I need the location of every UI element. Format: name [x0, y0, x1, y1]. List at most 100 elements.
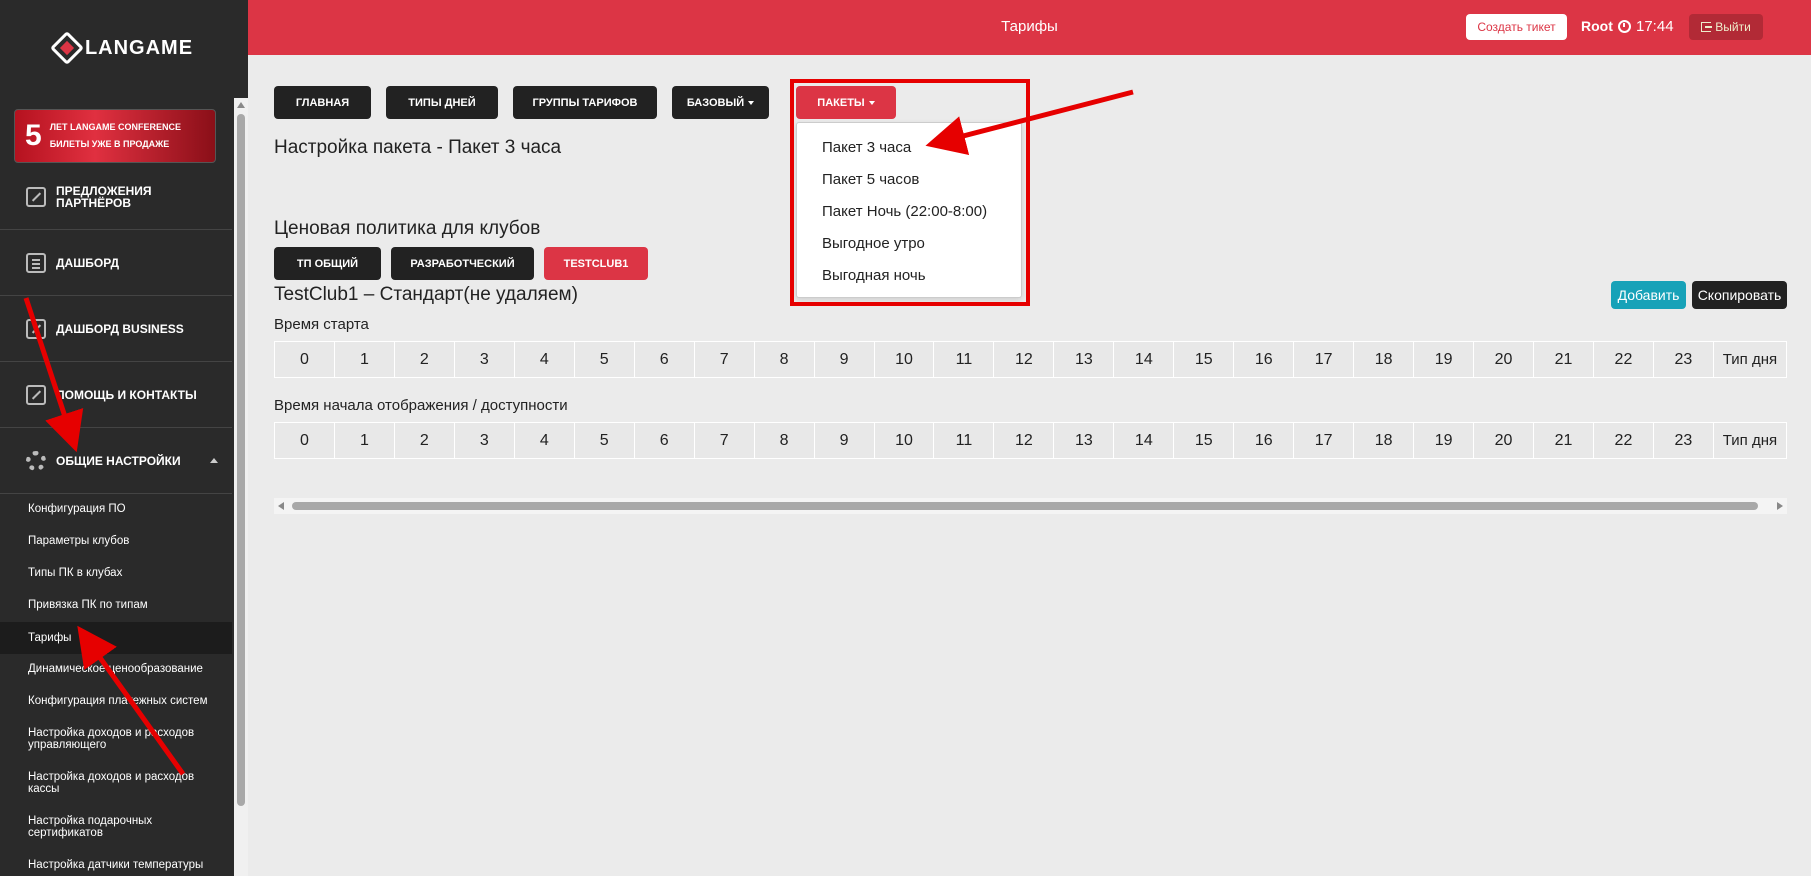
hour-cell: 17 [1293, 341, 1355, 378]
tab-basic[interactable]: Базовый [672, 86, 769, 119]
sidebar-item-label: Дашборд [56, 255, 120, 270]
hour-cell: 3 [453, 341, 515, 378]
hour-cell: 19 [1413, 341, 1475, 378]
hour-cell: 14 [1113, 422, 1175, 459]
sidebar-item-dashboard-business[interactable]: Дашборд BUSINESS [0, 296, 232, 362]
promo-number: 5 [25, 119, 42, 152]
sidebar-item-dashboard[interactable]: Дашборд [0, 230, 232, 296]
display-time-table: 0 1 2 3 4 5 6 7 8 9 10 11 12 13 14 15 16 17 18 19 20 21 22 23 Ти… [274, 422, 1788, 459]
hour-cell: 20 [1473, 341, 1535, 378]
book-icon [26, 252, 46, 273]
hour-cell: 23 [1652, 422, 1714, 459]
hour-cell: 6 [633, 422, 695, 459]
tab-basic-label: Базовый [686, 96, 745, 109]
scrollbar-thumb[interactable] [292, 502, 1758, 510]
hour-cell: 3 [453, 422, 515, 459]
hour-cell: 15 [1173, 422, 1235, 459]
sidebar-subitem-tariffs[interactable]: Тарифы [0, 622, 232, 654]
logout-icon [1701, 22, 1713, 32]
add-button[interactable]: Добавить [1611, 281, 1686, 309]
hour-cell: 5 [573, 341, 635, 378]
sidebar-subitem[interactable]: Параметры клубов [0, 534, 232, 548]
hour-cell: 22 [1592, 422, 1654, 459]
tab-day-types[interactable]: Типы дней [386, 86, 498, 119]
hour-cell: 16 [1233, 422, 1295, 459]
edit-icon [26, 384, 46, 405]
sidebar-subitem[interactable]: Динамическое ценообразование [0, 662, 232, 676]
scrollbar-thumb[interactable] [237, 114, 245, 806]
top-header: Тарифы Создать тикет Root 17:44 Выйти [248, 0, 1811, 55]
start-time-label: Время старта [274, 316, 369, 333]
sidebar-item-label: Помощь и контакты [56, 387, 197, 402]
chevron-up-icon [210, 458, 218, 463]
hour-cell: 8 [753, 422, 815, 459]
hour-cell: 4 [513, 341, 575, 378]
create-ticket-button[interactable]: Создать тикет [1466, 14, 1567, 40]
horizontal-scrollbar[interactable] [274, 498, 1787, 514]
display-time-label: Время начала отображения / доступности [274, 397, 568, 414]
sidebar-item-partners[interactable]: Предложения партнёров [0, 164, 232, 230]
hour-cell: 23 [1652, 341, 1714, 378]
logout-button[interactable]: Выйти [1689, 14, 1763, 40]
user-name: Root [1581, 18, 1613, 34]
sidebar-item-general-settings[interactable]: Общие настройки [0, 428, 232, 494]
sidebar-scrollbar[interactable] [234, 98, 248, 876]
club-tab-dev[interactable]: Разработческий [391, 247, 534, 280]
hour-cell: 12 [993, 341, 1055, 378]
hour-cell: 18 [1353, 341, 1415, 378]
sidebar-subitem[interactable]: Настройка доходов и расходов кассы [0, 770, 200, 796]
gear-icon [26, 450, 46, 471]
club-tab-common[interactable]: ТП общий [274, 247, 381, 280]
current-time: 17:44 [1636, 18, 1674, 35]
hour-cell: 0 [274, 341, 335, 378]
edit-icon [26, 186, 46, 207]
hour-cell: 5 [573, 422, 635, 459]
hour-cell: 4 [513, 422, 575, 459]
scroll-right-icon[interactable] [1777, 502, 1783, 510]
promo-line-2: Билеты уже в продаже [49, 139, 170, 149]
hour-cell: 15 [1173, 341, 1235, 378]
day-type-header: Тип дня [1712, 341, 1788, 378]
hour-cell: 0 [274, 422, 335, 459]
logout-label: Выйти [1715, 20, 1751, 34]
sidebar-item-label: Общие настройки [56, 453, 181, 468]
sidebar-item-label: Предложения партнёров [56, 183, 152, 210]
promo-banner[interactable]: 5 лет LANGAME CONFERENCE Билеты уже в пр… [14, 109, 216, 163]
tab-main[interactable]: Главная [274, 86, 371, 119]
hour-cell: 18 [1353, 422, 1415, 459]
hour-cell: 11 [933, 341, 995, 378]
hour-cell: 10 [873, 341, 935, 378]
sidebar-subitem[interactable]: Конфигурация платежных систем [0, 694, 232, 708]
brand-name: LANGAME [84, 36, 194, 59]
start-time-table: 0 1 2 3 4 5 6 7 8 9 10 11 12 13 14 15 16 17 18 19 20 21 22 23 Ти… [274, 341, 1788, 378]
hour-cell: 8 [753, 341, 815, 378]
hour-cell: 7 [693, 422, 755, 459]
hour-cell: 2 [393, 341, 455, 378]
hour-cell: 16 [1233, 341, 1295, 378]
hour-cell: 11 [933, 422, 995, 459]
tab-tariff-groups[interactable]: Группы тарифов [513, 86, 657, 119]
day-type-header: Тип дня [1712, 422, 1788, 459]
sidebar-subitem[interactable]: Типы ПК в клубах [0, 566, 232, 580]
promo-line-1: лет LANGAME CONFERENCE [49, 122, 182, 132]
scroll-up-icon[interactable] [237, 102, 245, 108]
club-tab-testclub1[interactable]: TestClub1 [544, 247, 648, 280]
sidebar-subitem[interactable]: Привязка ПК по типам [0, 598, 232, 612]
copy-button[interactable]: Скопировать [1692, 281, 1787, 309]
hour-cell: 1 [333, 341, 395, 378]
logo[interactable]: LANGAME [0, 0, 248, 96]
scroll-left-icon[interactable] [278, 502, 284, 510]
sidebar-subitem[interactable]: Настройка доходов и расходов управляющег… [0, 726, 200, 752]
clock-icon [1618, 20, 1631, 33]
sidebar-item-help[interactable]: Помощь и контакты [0, 362, 232, 428]
package-title: Настройка пакета - Пакет 3 часа [274, 137, 562, 158]
sidebar: LANGAME 5 лет LANGAME CONFERENCE Билеты … [0, 0, 248, 876]
edit-icon [26, 318, 46, 339]
hour-cell: 21 [1533, 422, 1594, 459]
hour-cell: 10 [873, 422, 935, 459]
hour-cell: 19 [1413, 422, 1475, 459]
sidebar-subitem[interactable]: Конфигурация ПО [0, 502, 232, 516]
sidebar-subitem[interactable]: Настройка датчики температуры [0, 858, 232, 872]
hour-cell: 9 [813, 341, 875, 378]
sidebar-subitem[interactable]: Настройка подарочных сертификатов [0, 814, 160, 840]
